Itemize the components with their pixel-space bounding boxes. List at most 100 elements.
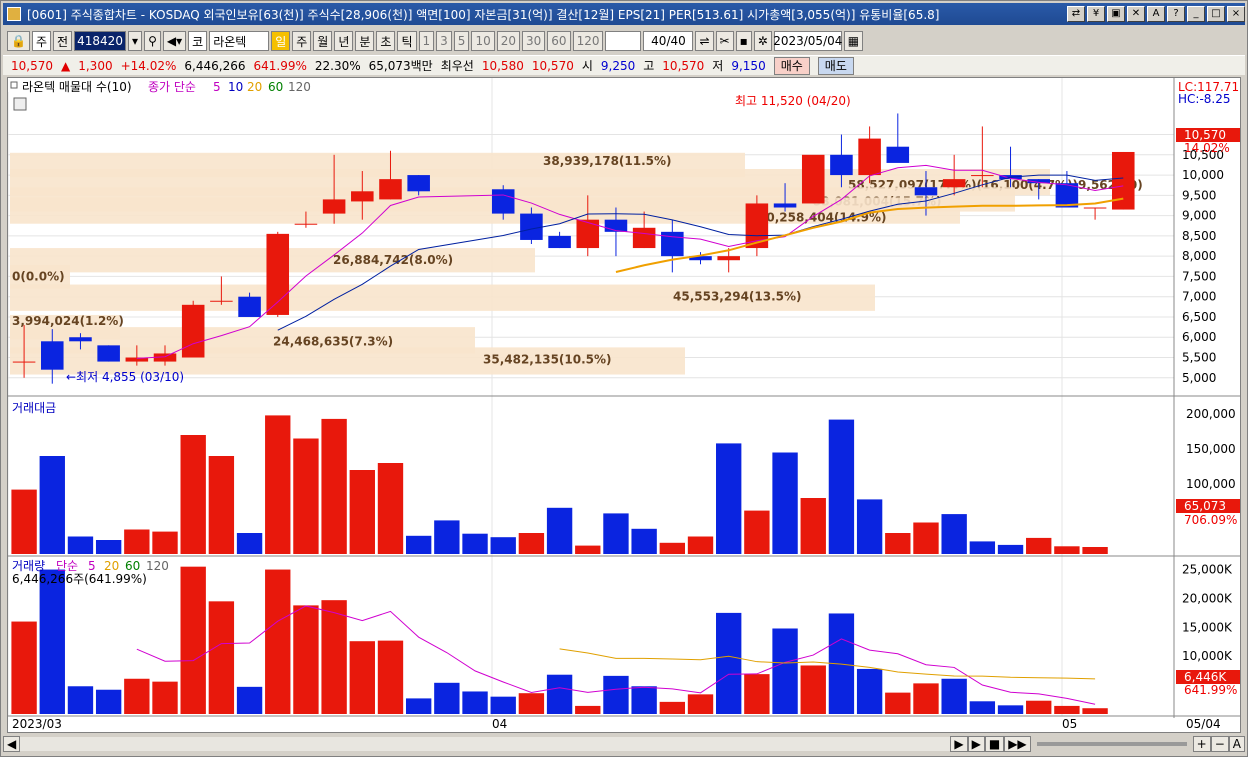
interval-1-button[interactable]: 1 <box>418 31 435 51</box>
font-icon[interactable]: A <box>1147 6 1165 22</box>
period-second-button[interactable]: 초 <box>376 31 396 51</box>
play-icon[interactable]: ▶ <box>967 736 985 752</box>
ma60-legend[interactable]: 60 <box>268 80 283 94</box>
candle-body <box>238 296 261 317</box>
interval-input[interactable] <box>605 31 642 51</box>
ma20-legend[interactable]: 20 <box>247 80 262 94</box>
ma-legend[interactable]: 종가 단순 <box>148 80 196 94</box>
period-type-select[interactable]: 주 <box>31 31 51 51</box>
scroll-left-icon[interactable]: ◀ <box>3 736 21 752</box>
vp-legend[interactable]: 라온텍 매물대 수(10) <box>22 80 132 94</box>
cancel-icon[interactable]: ✕ <box>1127 6 1145 22</box>
scroll-right-icon[interactable]: ▶ <box>950 736 968 752</box>
link-icon[interactable]: ⇄ <box>1067 6 1085 22</box>
text-size-icon[interactable]: A <box>1228 736 1245 752</box>
interval-10-button[interactable]: 10 <box>471 31 495 51</box>
yaxis-tick: 6,500 <box>1182 310 1216 324</box>
volume-bar <box>11 621 37 714</box>
help-icon[interactable]: ? <box>1167 6 1185 22</box>
volume-yaxis-tick: 10,000K <box>1182 649 1233 663</box>
interval-5-button[interactable]: 5 <box>453 31 470 51</box>
vol-ma60-legend[interactable]: 60 <box>125 559 140 573</box>
chart-area[interactable]: 38,939,178(11.5%) 58,527,097(17.4%)(16,10… <box>7 77 1241 733</box>
maximize-button[interactable]: □ <box>1207 6 1225 22</box>
period-day-button[interactable]: 일 <box>271 31 291 51</box>
close-button[interactable]: × <box>1227 6 1245 22</box>
lock-icon[interactable]: 🔒 <box>7 31 30 51</box>
fast-forward-icon[interactable]: ▶▶ <box>1004 736 1031 752</box>
minimize-button[interactable]: _ <box>1187 6 1205 22</box>
zoom-out-icon[interactable]: − <box>1210 736 1229 752</box>
ma120-legend[interactable]: 120 <box>288 80 311 94</box>
volume-bar <box>152 681 178 714</box>
grid-toggle-icon[interactable] <box>13 97 27 111</box>
calendar-icon[interactable]: ▦ <box>843 31 864 51</box>
interval-120-button[interactable]: 120 <box>572 31 604 51</box>
chart-svg[interactable]: 38,939,178(11.5%)58,527,097(17.4%)(16,10… <box>7 78 1240 732</box>
title-bar[interactable]: [0601] 주식종합차트 - KOSDAQ 외국인보유[63(천)] 주식수[… <box>3 3 1245 25</box>
stop-icon[interactable]: ■ <box>984 736 1005 752</box>
amount-bar <box>716 443 742 554</box>
scrollbar[interactable]: ◀ ▶ ▶ ■ ▶▶ + − A <box>3 735 1245 753</box>
vol-ma120-legend[interactable]: 120 <box>146 559 169 573</box>
amount-bar <box>236 533 263 554</box>
volume-box-label: 6,446K <box>1184 670 1227 684</box>
amount-bar <box>800 498 826 554</box>
yaxis-tick: 9,500 <box>1182 188 1216 202</box>
date-input[interactable]: 2023/05/04 <box>773 31 842 51</box>
period-minute-button[interactable]: 분 <box>355 31 375 51</box>
interval-60-button[interactable]: 60 <box>547 31 571 51</box>
vol-ma-legend[interactable]: 단순 <box>56 559 78 573</box>
vol-ma20-legend[interactable]: 20 <box>104 559 119 573</box>
period-year-button[interactable]: 년 <box>334 31 354 51</box>
interval-30-button[interactable]: 30 <box>522 31 546 51</box>
sound-icon[interactable]: ◀▾ <box>162 31 187 51</box>
compare-icon[interactable]: ⇌ <box>695 31 714 51</box>
window-icon[interactable]: ▣ <box>1107 6 1125 22</box>
volume-yaxis-tick: 15,000K <box>1182 620 1233 634</box>
open-price: 9,250 <box>600 58 636 73</box>
high-label: 고 <box>643 59 655 73</box>
count-input[interactable]: 40/40 <box>643 31 694 51</box>
volume-bar <box>997 705 1024 714</box>
period-tick-button[interactable]: 틱 <box>397 31 417 51</box>
period-month-button[interactable]: 월 <box>313 31 333 51</box>
interval-20-button[interactable]: 20 <box>496 31 520 51</box>
tools-icon[interactable]: ✂ <box>715 31 734 51</box>
volume-profile-label: 3,994,024(1.2%) <box>12 314 124 328</box>
period-week-button[interactable]: 주 <box>292 31 312 51</box>
stock-name-field[interactable]: 라온텍 <box>209 31 270 51</box>
candle-body <box>717 256 740 261</box>
volume-bar <box>941 678 967 714</box>
volume-title[interactable]: 거래량 <box>12 559 45 573</box>
zoom-in-icon[interactable]: + <box>1192 736 1211 752</box>
code-dropdown-icon[interactable]: ▾ <box>128 31 143 51</box>
prev-button[interactable]: 전 <box>53 31 73 51</box>
settings-icon[interactable]: ✲ <box>753 31 772 51</box>
volume-yaxis-tick: 20,000K <box>1182 591 1233 605</box>
zoom-slider[interactable] <box>1036 742 1187 746</box>
sell-button[interactable]: 매도 <box>817 56 854 75</box>
candle-body <box>491 189 515 214</box>
yaxis-tick: 10,000 <box>1182 168 1224 182</box>
amount-title[interactable]: 거래대금 <box>12 401 56 415</box>
candle-body <box>858 138 881 176</box>
amount-bar <box>856 499 883 554</box>
search-icon[interactable]: ⚲ <box>144 31 161 51</box>
ma5-legend[interactable]: 5 <box>213 80 221 94</box>
bid-price: 10,570 <box>531 58 574 73</box>
scroll-track[interactable] <box>20 737 951 751</box>
volume-bar <box>39 569 65 714</box>
candle-body <box>41 341 64 370</box>
code-input[interactable]: 418420 <box>74 31 127 51</box>
save-icon[interactable]: ▪ <box>735 31 752 51</box>
trade-icon[interactable]: ¥ <box>1087 6 1105 22</box>
buy-button[interactable]: 매수 <box>773 56 810 75</box>
ma10-legend[interactable]: 10 <box>228 80 243 94</box>
vol-ma5-legend[interactable]: 5 <box>88 559 96 573</box>
candle-body <box>604 219 628 232</box>
candle-body <box>773 203 797 208</box>
candle-body <box>181 304 205 358</box>
volume-bar <box>490 696 516 714</box>
interval-3-button[interactable]: 3 <box>436 31 452 51</box>
